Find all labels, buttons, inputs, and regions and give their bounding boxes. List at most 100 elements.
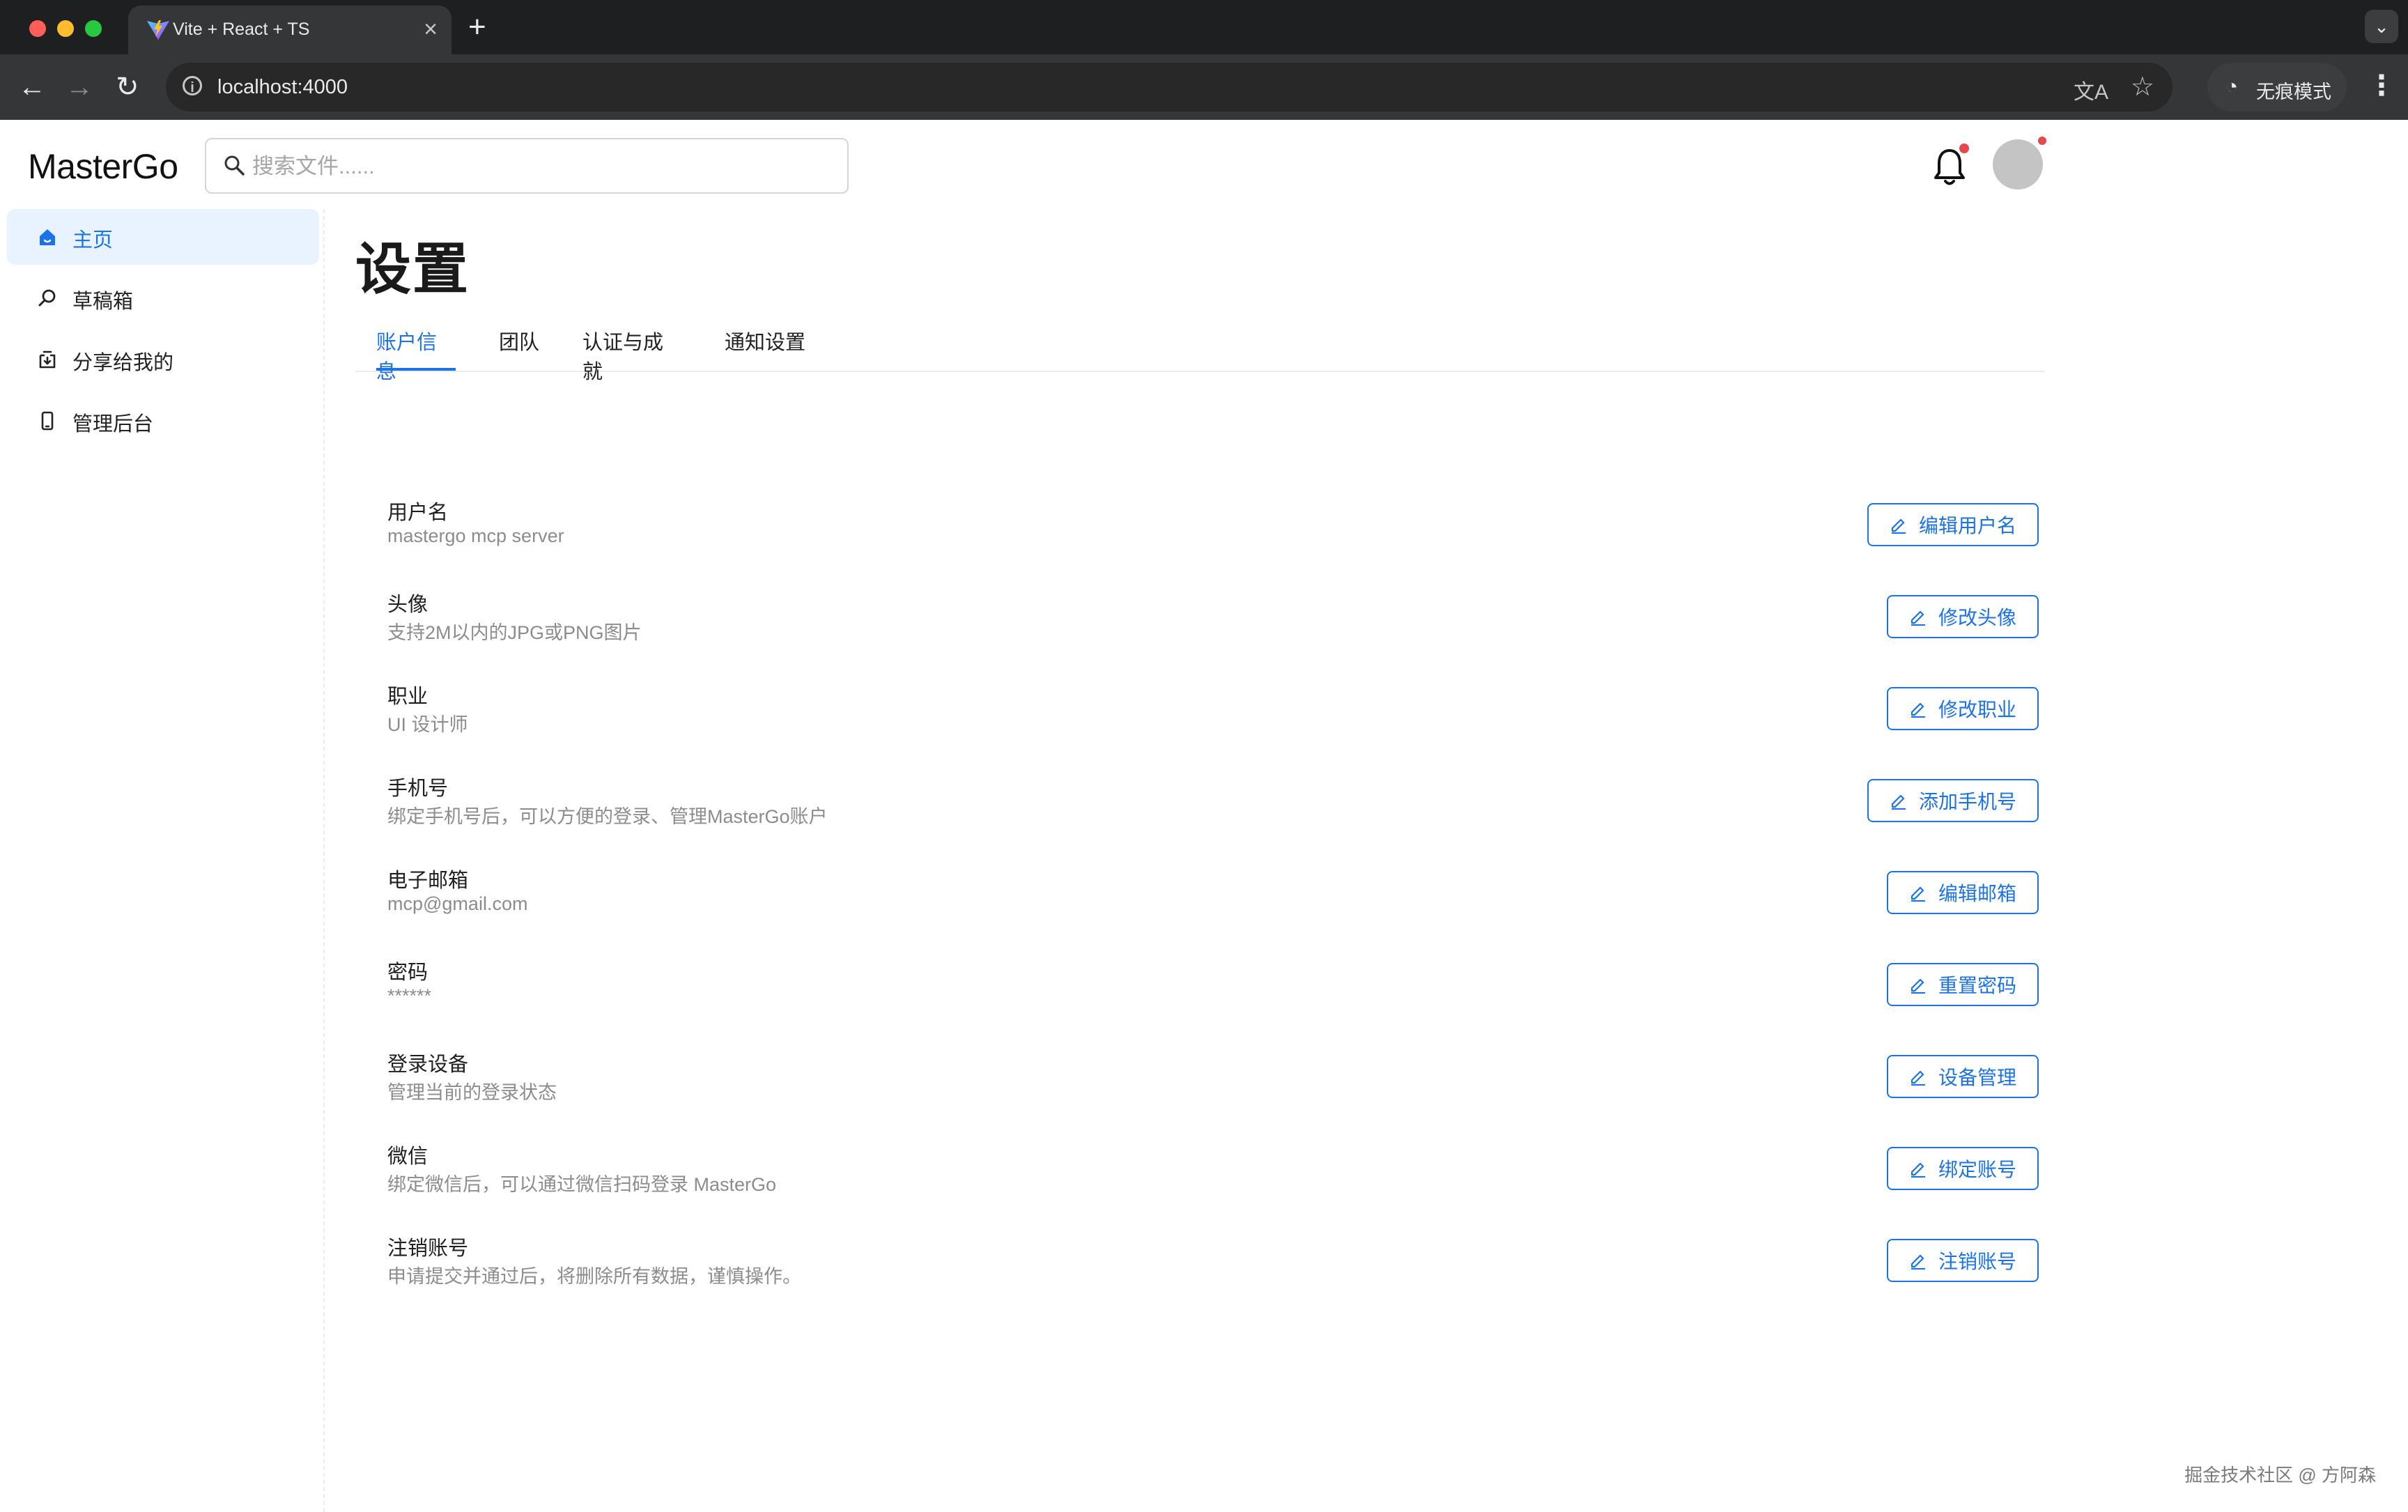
edit-email-button[interactable]: 编辑邮箱 bbox=[1886, 871, 2039, 914]
sidebar-item-label: 管理后台 bbox=[72, 413, 154, 435]
sidebar: 主页 草稿箱 分享给我的 管理后台 bbox=[0, 209, 325, 1512]
settings-row-delete-account: 注销账号 申请提交并通过后，将删除所有数据，谨慎操作。 注销账号 bbox=[387, 1232, 2039, 1324]
incognito-indicator[interactable]: ◔ 无痕模式 bbox=[2207, 63, 2347, 111]
back-arrow-icon[interactable]: ← bbox=[18, 70, 46, 105]
reset-password-button[interactable]: 重置密码 bbox=[1886, 963, 2039, 1006]
settings-row-username: 用户名 mastergo mcp server 编辑用户名 bbox=[387, 496, 2039, 588]
row-label: 手机号 bbox=[387, 778, 449, 800]
tab-label: 认证与成就 bbox=[582, 332, 664, 383]
button-label: 修改职业 bbox=[1938, 699, 2016, 720]
minimize-window-button[interactable] bbox=[57, 20, 74, 37]
tab-notifications[interactable]: 通知设置 bbox=[725, 318, 808, 371]
sidebar-item-drafts[interactable]: 草稿箱 bbox=[7, 270, 319, 326]
avatar-badge bbox=[2038, 137, 2046, 145]
sidebar-item-home[interactable]: 主页 bbox=[7, 209, 319, 265]
row-label: 头像 bbox=[387, 594, 429, 616]
maximize-window-button[interactable] bbox=[85, 20, 102, 37]
change-occupation-button[interactable]: 修改职业 bbox=[1886, 687, 2039, 730]
site-info-icon[interactable]: i bbox=[183, 76, 202, 95]
button-label: 设备管理 bbox=[1938, 1067, 2016, 1088]
settings-row-password: 密码 ****** 重置密码 bbox=[387, 956, 2039, 1048]
row-description: 管理当前的登录状态 bbox=[387, 1082, 557, 1103]
row-label: 用户名 bbox=[387, 502, 449, 524]
settings-row-occupation: 职业 UI 设计师 修改职业 bbox=[387, 680, 2039, 772]
new-tab-button[interactable]: + bbox=[468, 10, 486, 45]
settings-row-wechat: 微信 绑定微信后，可以通过微信扫码登录 MasterGo 绑定账号 bbox=[387, 1140, 2039, 1232]
vite-logo-icon bbox=[147, 20, 169, 40]
button-label: 修改头像 bbox=[1938, 607, 2016, 628]
sidebar-item-shared[interactable]: 分享给我的 bbox=[7, 332, 319, 387]
home-icon bbox=[40, 229, 55, 245]
watermark: 掘金技术社区 @ 方阿森 bbox=[2184, 1465, 2376, 1486]
app-logo[interactable]: MasterGo bbox=[28, 146, 178, 187]
settings-row-avatar: 头像 支持2M以内的JPG或PNG图片 修改头像 bbox=[387, 588, 2039, 680]
close-window-button[interactable] bbox=[29, 20, 46, 37]
change-avatar-button[interactable]: 修改头像 bbox=[1886, 595, 2039, 638]
edit-pencil-icon bbox=[1911, 1254, 1925, 1270]
settings-row-email: 电子邮箱 mcp@gmail.com 编辑邮箱 bbox=[387, 864, 2039, 956]
translate-icon[interactable]: 文A bbox=[2074, 75, 2108, 105]
search-input[interactable] bbox=[251, 149, 825, 184]
device-management-button[interactable]: 设备管理 bbox=[1886, 1055, 2039, 1098]
edit-pencil-icon bbox=[1911, 978, 1925, 994]
bind-account-button[interactable]: 绑定账号 bbox=[1886, 1147, 2039, 1190]
row-description: 绑定微信后，可以通过微信扫码登录 MasterGo bbox=[387, 1174, 777, 1195]
row-label: 注销账号 bbox=[387, 1237, 469, 1260]
button-label: 添加手机号 bbox=[1918, 791, 2016, 812]
incognito-icon: ◔ bbox=[2225, 75, 2239, 98]
row-description: ****** bbox=[387, 985, 432, 1006]
address-bar[interactable]: i localhost:4000 文A ☆ bbox=[166, 63, 2172, 111]
share-inbox-icon bbox=[39, 350, 56, 369]
edit-pencil-icon bbox=[1911, 610, 1925, 626]
edit-pencil-icon bbox=[1911, 702, 1925, 718]
row-description: 绑定手机号后，可以方便的登录、管理MasterGo账户 bbox=[387, 806, 828, 827]
search-icon bbox=[38, 289, 56, 307]
sidebar-item-label: 主页 bbox=[72, 229, 114, 252]
search-box[interactable] bbox=[205, 138, 849, 194]
button-label: 注销账号 bbox=[1938, 1251, 2016, 1272]
row-label: 微信 bbox=[387, 1145, 429, 1168]
sidebar-item-label: 草稿箱 bbox=[72, 291, 134, 313]
row-description: 支持2M以内的JPG或PNG图片 bbox=[387, 622, 642, 643]
url-text[interactable]: localhost:4000 bbox=[217, 76, 348, 99]
tab-certification[interactable]: 认证与成就 bbox=[582, 318, 680, 383]
forward-arrow-icon[interactable]: → bbox=[65, 70, 93, 105]
edit-pencil-icon bbox=[1911, 886, 1925, 902]
row-label: 密码 bbox=[387, 962, 429, 984]
settings-tabs: 账户信息 团队 认证与成就 通知设置 bbox=[355, 318, 2044, 383]
tab-label: 通知设置 bbox=[725, 332, 806, 354]
button-label: 编辑邮箱 bbox=[1938, 883, 2016, 904]
settings-row-devices: 登录设备 管理当前的登录状态 设备管理 bbox=[387, 1048, 2039, 1140]
settings-row-phone: 手机号 绑定手机号后，可以方便的登录、管理MasterGo账户 添加手机号 bbox=[387, 772, 2039, 864]
tab-team[interactable]: 团队 bbox=[499, 318, 541, 371]
avatar[interactable] bbox=[1993, 139, 2043, 190]
add-phone-button[interactable]: 添加手机号 bbox=[1867, 779, 2039, 822]
delete-account-button[interactable]: 注销账号 bbox=[1886, 1239, 2039, 1282]
row-label: 电子邮箱 bbox=[387, 870, 469, 892]
tab-close-icon[interactable]: × bbox=[424, 15, 438, 43]
app: MasterGo 主页 草稿箱 bbox=[0, 120, 2408, 1512]
edit-username-button[interactable]: 编辑用户名 bbox=[1867, 503, 2039, 546]
row-description: mastergo mcp server bbox=[387, 525, 564, 546]
edit-pencil-icon bbox=[1891, 794, 1906, 810]
row-description: UI 设计师 bbox=[387, 714, 468, 735]
browser-chrome: Vite + React + TS × + ⌄ ← → ↻ i localhos… bbox=[0, 0, 2408, 120]
tab-label: 团队 bbox=[499, 332, 540, 354]
row-description: mcp@gmail.com bbox=[387, 893, 528, 914]
page-title: 设置 bbox=[355, 238, 470, 300]
tab-search-chevron-icon[interactable]: ⌄ bbox=[2365, 10, 2398, 43]
edit-pencil-icon bbox=[1891, 518, 1906, 534]
tab-label: 账户信息 bbox=[376, 332, 438, 383]
sidebar-item-admin[interactable]: 管理后台 bbox=[7, 393, 319, 449]
button-label: 重置密码 bbox=[1938, 975, 2016, 996]
button-label: 绑定账号 bbox=[1938, 1159, 2016, 1180]
reload-icon[interactable]: ↻ bbox=[116, 70, 139, 105]
notification-badge bbox=[1959, 144, 1969, 153]
edit-pencil-icon bbox=[1911, 1162, 1925, 1178]
bookmark-star-icon[interactable]: ☆ bbox=[2131, 71, 2154, 102]
tab-account-info[interactable]: 账户信息 bbox=[376, 318, 456, 383]
browser-menu-icon[interactable]: ⋮ bbox=[2368, 68, 2395, 103]
browser-tab[interactable]: Vite + React + TS × bbox=[128, 6, 452, 54]
row-label: 登录设备 bbox=[387, 1054, 469, 1076]
edit-pencil-icon bbox=[1911, 1070, 1925, 1086]
